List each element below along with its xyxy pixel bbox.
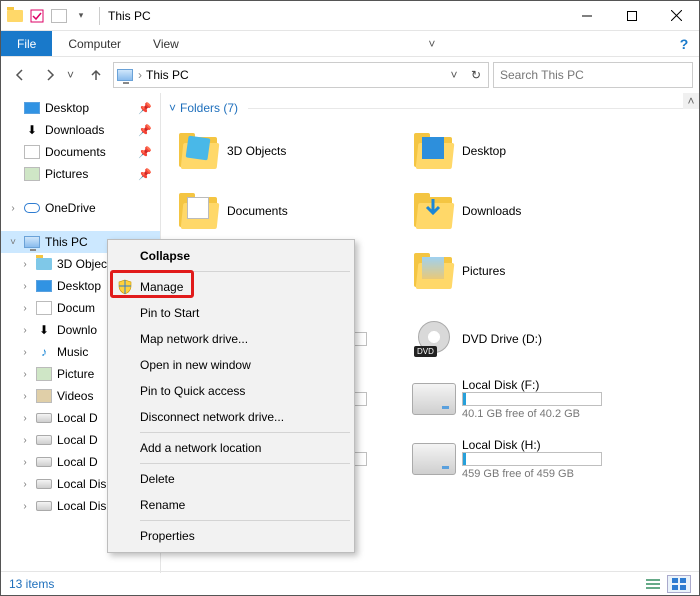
ctx-rename[interactable]: Rename <box>110 492 352 518</box>
chevron-right-icon[interactable]: › <box>7 203 19 214</box>
title-bar: ▾ This PC <box>1 1 699 31</box>
search-placeholder: Search This PC <box>500 68 584 82</box>
chevron-down-icon[interactable]: ˅ <box>7 237 19 248</box>
folder-icon <box>412 191 456 231</box>
dvd-icon: DVD <box>412 321 456 357</box>
tree-downloads[interactable]: ⬇Downloads📌 <box>1 119 160 141</box>
window-controls <box>564 1 699 30</box>
ctx-separator <box>140 520 350 521</box>
location-icon <box>116 66 134 84</box>
app-icon <box>5 5 25 27</box>
tree-pictures[interactable]: Pictures📌 <box>1 163 160 185</box>
ribbon: File Computer View ˅ ? <box>1 31 699 57</box>
minimize-button[interactable] <box>564 1 609 30</box>
qat-customize-caret[interactable]: ▾ <box>71 5 91 27</box>
pin-icon: 📌 <box>138 124 160 137</box>
ctx-separator <box>140 463 350 464</box>
section-title: Folders (7) <box>180 101 238 115</box>
drive-icon <box>412 383 456 415</box>
folder-icon <box>412 251 456 291</box>
folders-section-header[interactable]: ˅ Folders (7) <box>163 99 691 121</box>
drive-f[interactable]: Local Disk (F:)40.1 GB free of 40.2 GB <box>398 369 633 429</box>
drive-icon <box>412 443 456 475</box>
folder-desktop[interactable]: Desktop <box>398 121 633 181</box>
refresh-button[interactable]: ↻ <box>466 68 486 82</box>
scroll-up-button[interactable]: ˄ <box>683 93 699 109</box>
shield-icon <box>116 278 134 296</box>
view-toggles <box>641 575 691 593</box>
tree-documents[interactable]: Documents📌 <box>1 141 160 163</box>
pin-icon: 📌 <box>138 102 160 115</box>
qat-properties-icon[interactable] <box>27 5 47 27</box>
ctx-delete[interactable]: Delete <box>110 466 352 492</box>
folder-downloads[interactable]: Downloads <box>398 181 633 241</box>
drive-dvd[interactable]: DVDDVD Drive (D:) <box>398 309 633 369</box>
close-button[interactable] <box>654 1 699 30</box>
folder-icon <box>177 131 221 171</box>
title-separator <box>99 7 100 25</box>
file-tab[interactable]: File <box>1 31 52 56</box>
folder-documents[interactable]: Documents <box>163 181 398 241</box>
tree-desktop[interactable]: Desktop📌 <box>1 97 160 119</box>
quick-access-toolbar: ▾ <box>1 5 95 27</box>
window-title: This PC <box>104 9 151 23</box>
folder-3d-objects[interactable]: 3D Objects <box>163 121 398 181</box>
context-menu: Collapse Manage Pin to Start Map network… <box>107 239 355 553</box>
folder-pictures[interactable]: Pictures <box>398 241 633 301</box>
ctx-map-drive[interactable]: Map network drive... <box>110 326 352 352</box>
ctx-pin-quick[interactable]: Pin to Quick access <box>110 378 352 404</box>
details-view-button[interactable] <box>641 575 665 593</box>
ctx-pin-start[interactable]: Pin to Start <box>110 300 352 326</box>
item-count: 13 items <box>9 577 54 591</box>
tiles-view-button[interactable] <box>667 575 691 593</box>
up-button[interactable] <box>83 62 109 88</box>
ctx-disconnect[interactable]: Disconnect network drive... <box>110 404 352 430</box>
maximize-button[interactable] <box>609 1 654 30</box>
drive-h[interactable]: Local Disk (H:)459 GB free of 459 GB <box>398 429 633 489</box>
tab-computer[interactable]: Computer <box>52 31 137 56</box>
address-bar: ˅ › This PC ˅ ↻ Search This PC <box>1 57 699 93</box>
qat-new-icon[interactable] <box>49 5 69 27</box>
ctx-separator <box>140 271 350 272</box>
search-input[interactable]: Search This PC <box>493 62 693 88</box>
tab-view[interactable]: View <box>137 31 195 56</box>
back-button[interactable] <box>7 62 33 88</box>
ctx-open-new[interactable]: Open in new window <box>110 352 352 378</box>
ribbon-expand-caret[interactable]: ˅ <box>419 31 445 56</box>
ctx-add-location[interactable]: Add a network location <box>110 435 352 461</box>
pin-icon: 📌 <box>138 168 160 181</box>
status-bar: 13 items <box>1 571 699 595</box>
folder-icon <box>177 191 221 231</box>
address-box[interactable]: › This PC ˅ ↻ <box>113 62 489 88</box>
tree-onedrive[interactable]: ›OneDrive <box>1 197 160 219</box>
help-icon[interactable]: ? <box>669 31 699 56</box>
ctx-properties[interactable]: Properties <box>110 523 352 549</box>
ctx-separator <box>140 432 350 433</box>
chevron-down-icon: ˅ <box>169 101 176 115</box>
pin-icon: 📌 <box>138 146 160 159</box>
address-text: This PC <box>146 68 442 82</box>
address-dropdown[interactable]: ˅ <box>446 68 462 82</box>
forward-button[interactable] <box>37 62 63 88</box>
ctx-collapse[interactable]: Collapse <box>110 243 352 269</box>
folder-icon <box>412 131 456 171</box>
ctx-manage[interactable]: Manage <box>110 274 352 300</box>
history-caret[interactable]: ˅ <box>67 68 79 82</box>
